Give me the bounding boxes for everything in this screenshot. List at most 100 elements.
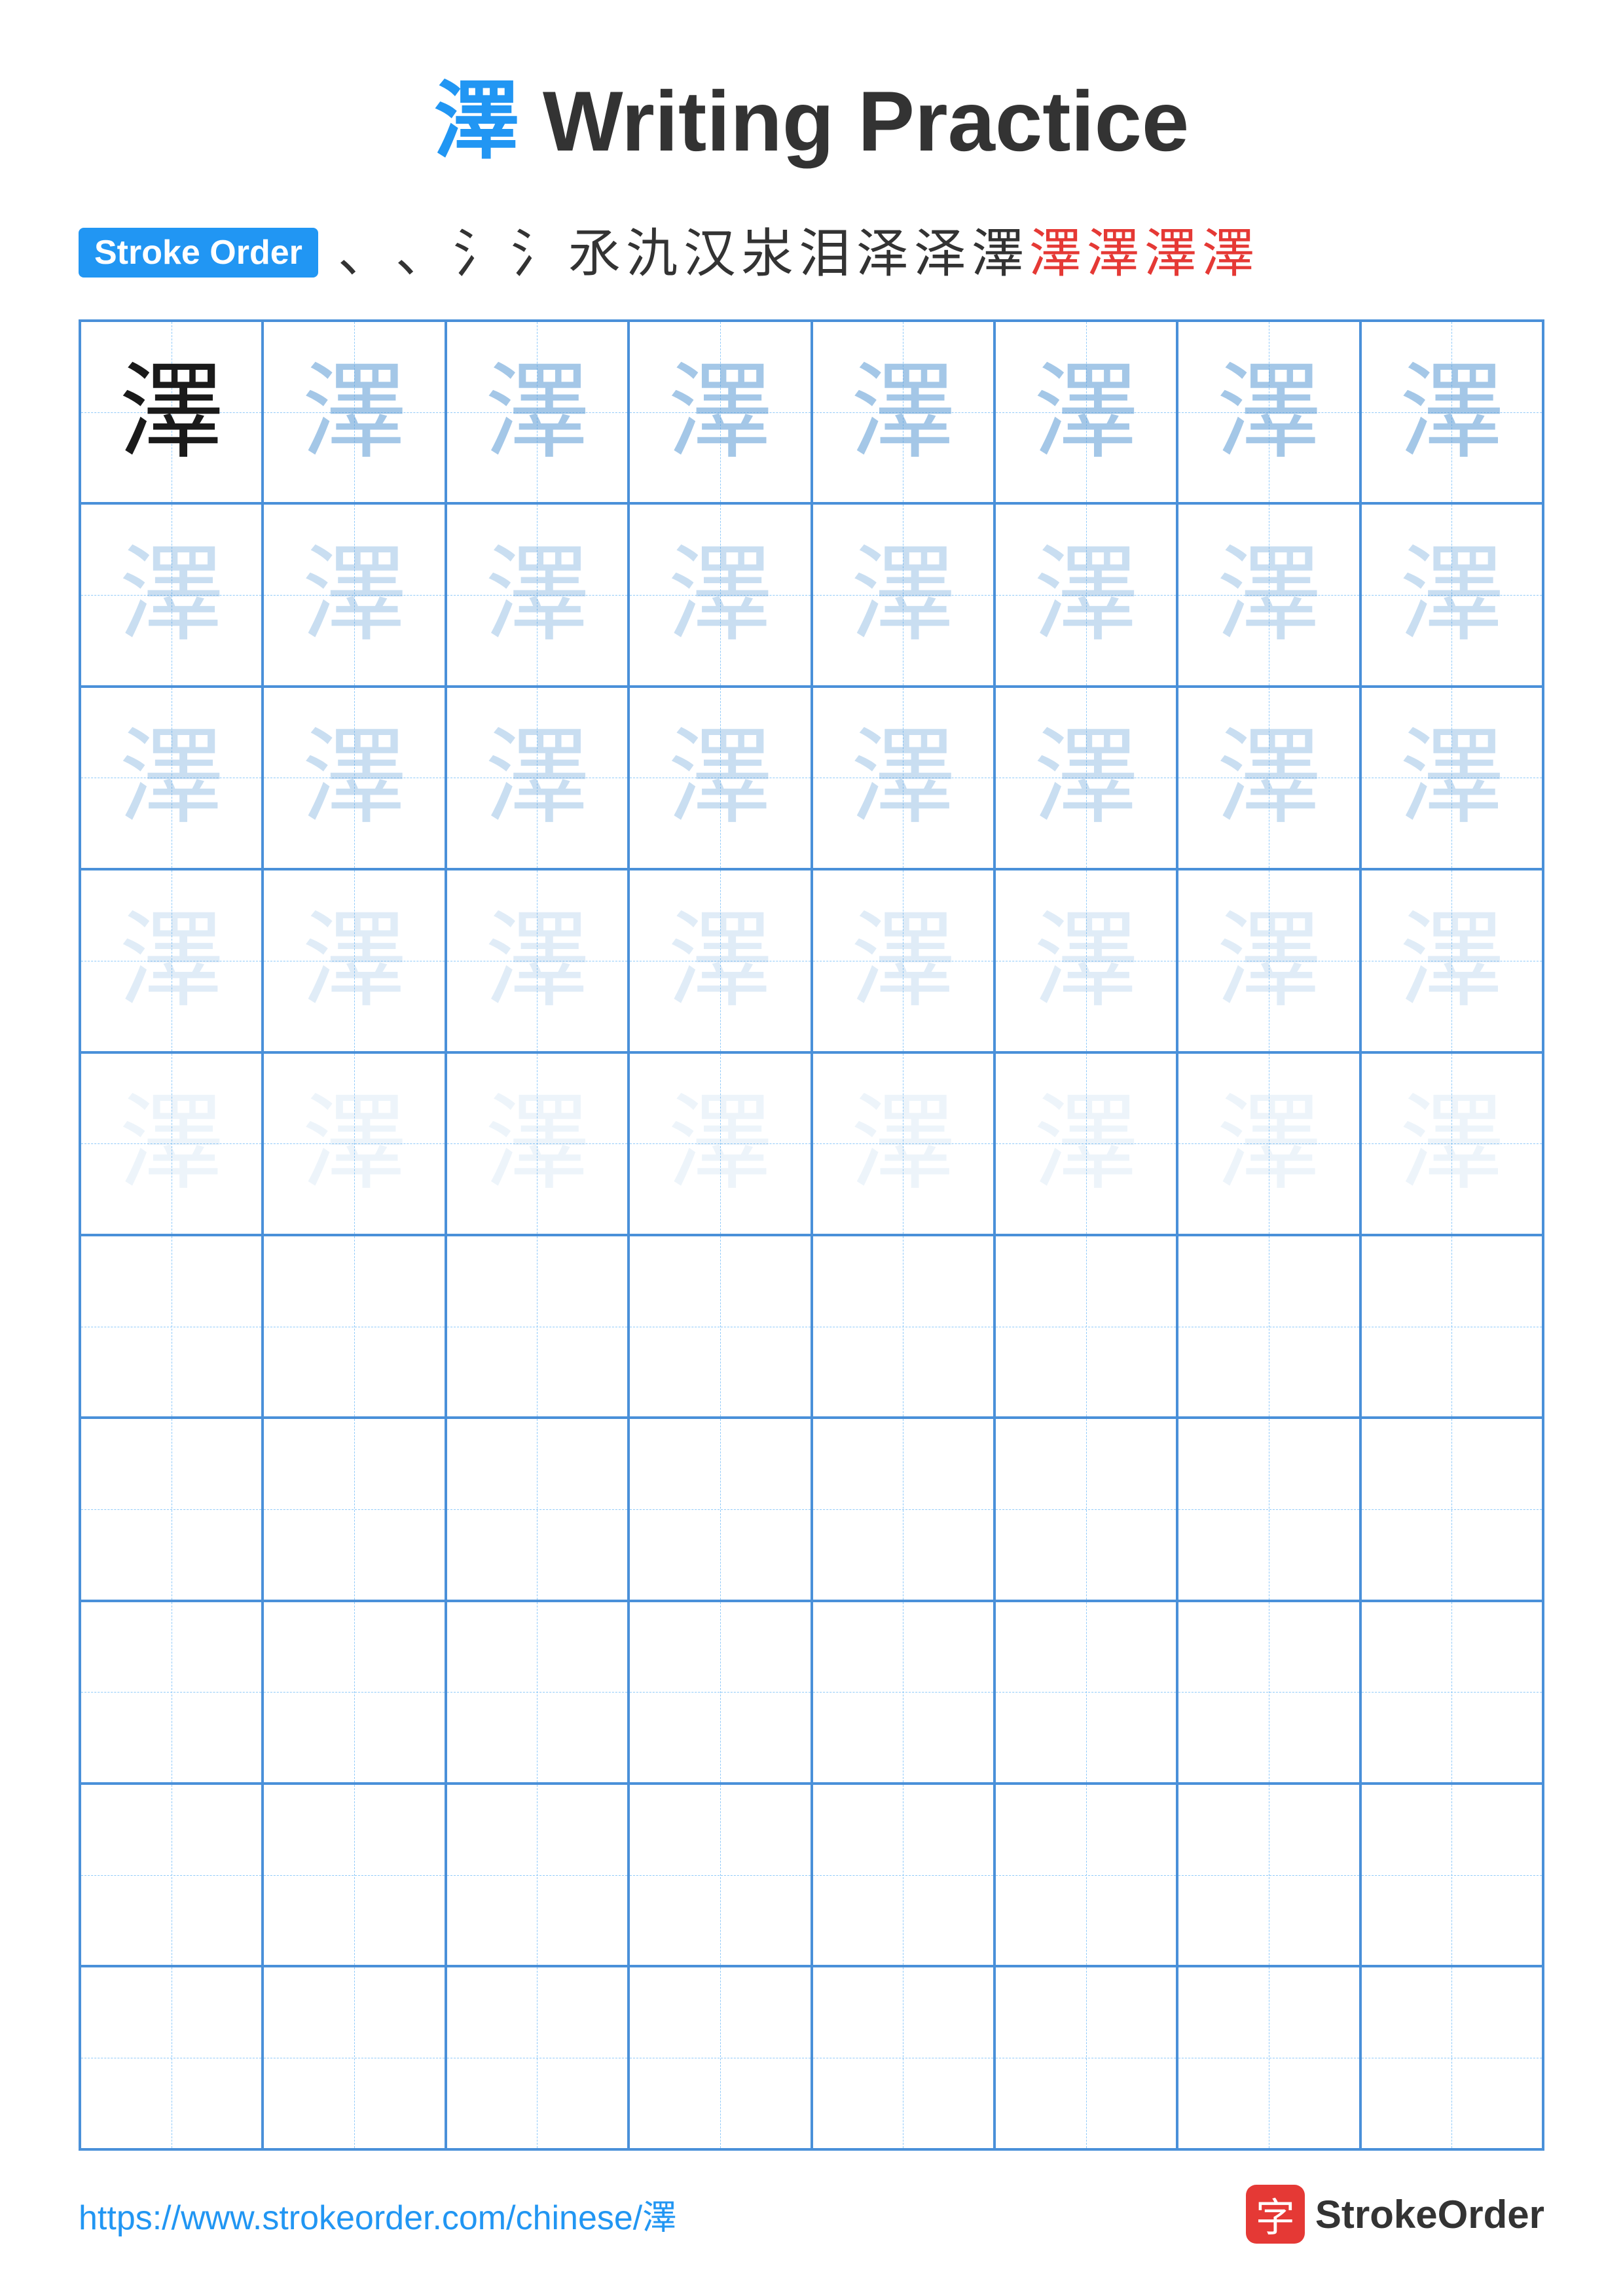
grid-cell-6-4[interactable] [629, 1235, 811, 1418]
grid-cell-4-7[interactable]: 澤 [1177, 869, 1360, 1052]
grid-cell-9-2[interactable] [263, 1784, 445, 1966]
grid-cell-8-5[interactable] [812, 1601, 994, 1784]
grid-cell-2-8[interactable]: 澤 [1360, 503, 1543, 686]
grid-cell-1-7[interactable]: 澤 [1177, 321, 1360, 503]
grid-cell-6-7[interactable] [1177, 1235, 1360, 1418]
grid-cell-6-2[interactable] [263, 1235, 445, 1418]
grid-cell-2-3[interactable]: 澤 [446, 503, 629, 686]
grid-cell-3-7[interactable]: 澤 [1177, 687, 1360, 869]
grid-cell-6-3[interactable] [446, 1235, 629, 1418]
grid-cell-10-5[interactable] [812, 1966, 994, 2149]
grid-cell-9-8[interactable] [1360, 1784, 1543, 1966]
practice-char: 澤 [1399, 360, 1504, 465]
practice-char: 澤 [302, 1091, 407, 1196]
grid-cell-10-2[interactable] [263, 1966, 445, 2149]
grid-cell-5-2[interactable]: 澤 [263, 1052, 445, 1235]
grid-cell-3-3[interactable]: 澤 [446, 687, 629, 869]
footer-url[interactable]: https://www.strokeorder.com/chinese/澤 [79, 2190, 676, 2239]
grid-cell-7-5[interactable] [812, 1418, 994, 1600]
grid-cell-8-1[interactable] [80, 1601, 263, 1784]
grid-cell-9-3[interactable] [446, 1784, 629, 1966]
practice-char: 澤 [302, 543, 407, 647]
grid-cell-8-8[interactable] [1360, 1601, 1543, 1784]
practice-char: 澤 [668, 360, 773, 465]
grid-cell-8-2[interactable] [263, 1601, 445, 1784]
grid-cell-4-8[interactable]: 澤 [1360, 869, 1543, 1052]
practice-char: 澤 [119, 543, 224, 647]
grid-cell-5-6[interactable]: 澤 [994, 1052, 1177, 1235]
grid-cell-2-2[interactable]: 澤 [263, 503, 445, 686]
grid-cell-3-5[interactable]: 澤 [812, 687, 994, 869]
stroke-15: 澤 [1144, 228, 1197, 280]
footer-logo-text: StrokeOrder [1315, 2192, 1544, 2237]
practice-char: 澤 [484, 543, 589, 647]
grid-cell-7-2[interactable] [263, 1418, 445, 1600]
grid-cell-3-4[interactable]: 澤 [629, 687, 811, 869]
practice-char: 澤 [1216, 1091, 1321, 1196]
grid-cell-1-6[interactable]: 澤 [994, 321, 1177, 503]
grid-cell-1-3[interactable]: 澤 [446, 321, 629, 503]
grid-cell-2-4[interactable]: 澤 [629, 503, 811, 686]
grid-cell-10-4[interactable] [629, 1966, 811, 2149]
grid-cell-8-4[interactable] [629, 1601, 811, 1784]
grid-cell-8-6[interactable] [994, 1601, 1177, 1784]
practice-char: 澤 [484, 908, 589, 1013]
grid-cell-3-1[interactable]: 澤 [80, 687, 263, 869]
grid-cell-9-7[interactable] [1177, 1784, 1360, 1966]
grid-cell-10-1[interactable] [80, 1966, 263, 2149]
grid-cell-5-3[interactable]: 澤 [446, 1052, 629, 1235]
grid-cell-6-6[interactable] [994, 1235, 1177, 1418]
grid-cell-1-8[interactable]: 澤 [1360, 321, 1543, 503]
grid-cell-4-1[interactable]: 澤 [80, 869, 263, 1052]
grid-cell-5-8[interactable]: 澤 [1360, 1052, 1543, 1235]
title-char: 澤 [434, 73, 519, 169]
stroke-10: 泽 [856, 228, 909, 280]
grid-cell-4-2[interactable]: 澤 [263, 869, 445, 1052]
grid-cell-1-5[interactable]: 澤 [812, 321, 994, 503]
practice-char: 澤 [302, 360, 407, 465]
grid-row-1: 澤 澤 澤 澤 澤 澤 澤 澤 [80, 321, 1543, 503]
grid-cell-5-7[interactable]: 澤 [1177, 1052, 1360, 1235]
grid-cell-9-6[interactable] [994, 1784, 1177, 1966]
grid-cell-3-2[interactable]: 澤 [263, 687, 445, 869]
grid-cell-5-5[interactable]: 澤 [812, 1052, 994, 1235]
grid-cell-7-1[interactable] [80, 1418, 263, 1600]
grid-cell-9-4[interactable] [629, 1784, 811, 1966]
grid-cell-9-5[interactable] [812, 1784, 994, 1966]
grid-cell-2-1[interactable]: 澤 [80, 503, 263, 686]
grid-cell-1-4[interactable]: 澤 [629, 321, 811, 503]
grid-cell-7-7[interactable] [1177, 1418, 1360, 1600]
grid-cell-4-5[interactable]: 澤 [812, 869, 994, 1052]
grid-cell-6-8[interactable] [1360, 1235, 1543, 1418]
grid-cell-6-5[interactable] [812, 1235, 994, 1418]
practice-char: 澤 [1034, 1091, 1139, 1196]
grid-cell-5-1[interactable]: 澤 [80, 1052, 263, 1235]
grid-row-6 [80, 1235, 1543, 1418]
grid-row-2: 澤 澤 澤 澤 澤 澤 澤 澤 [80, 503, 1543, 686]
grid-cell-3-6[interactable]: 澤 [994, 687, 1177, 869]
grid-cell-9-1[interactable] [80, 1784, 263, 1966]
grid-cell-2-7[interactable]: 澤 [1177, 503, 1360, 686]
grid-cell-4-3[interactable]: 澤 [446, 869, 629, 1052]
grid-cell-4-6[interactable]: 澤 [994, 869, 1177, 1052]
grid-cell-7-8[interactable] [1360, 1418, 1543, 1600]
grid-cell-7-4[interactable] [629, 1418, 811, 1600]
grid-cell-8-7[interactable] [1177, 1601, 1360, 1784]
grid-cell-6-1[interactable] [80, 1235, 263, 1418]
grid-cell-7-3[interactable] [446, 1418, 629, 1600]
grid-cell-10-6[interactable] [994, 1966, 1177, 2149]
grid-cell-2-6[interactable]: 澤 [994, 503, 1177, 686]
grid-cell-10-7[interactable] [1177, 1966, 1360, 2149]
grid-cell-10-3[interactable] [446, 1966, 629, 2149]
grid-cell-1-2[interactable]: 澤 [263, 321, 445, 503]
grid-cell-2-5[interactable]: 澤 [812, 503, 994, 686]
grid-cell-8-3[interactable] [446, 1601, 629, 1784]
grid-cell-10-8[interactable] [1360, 1966, 1543, 2149]
grid-cell-5-4[interactable]: 澤 [629, 1052, 811, 1235]
grid-cell-4-4[interactable]: 澤 [629, 869, 811, 1052]
stroke-16: 澤 [1202, 228, 1254, 280]
grid-cell-7-6[interactable] [994, 1418, 1177, 1600]
stroke-8: 汖 [741, 228, 793, 280]
grid-cell-3-8[interactable]: 澤 [1360, 687, 1543, 869]
grid-cell-1-1[interactable]: 澤 [80, 321, 263, 503]
